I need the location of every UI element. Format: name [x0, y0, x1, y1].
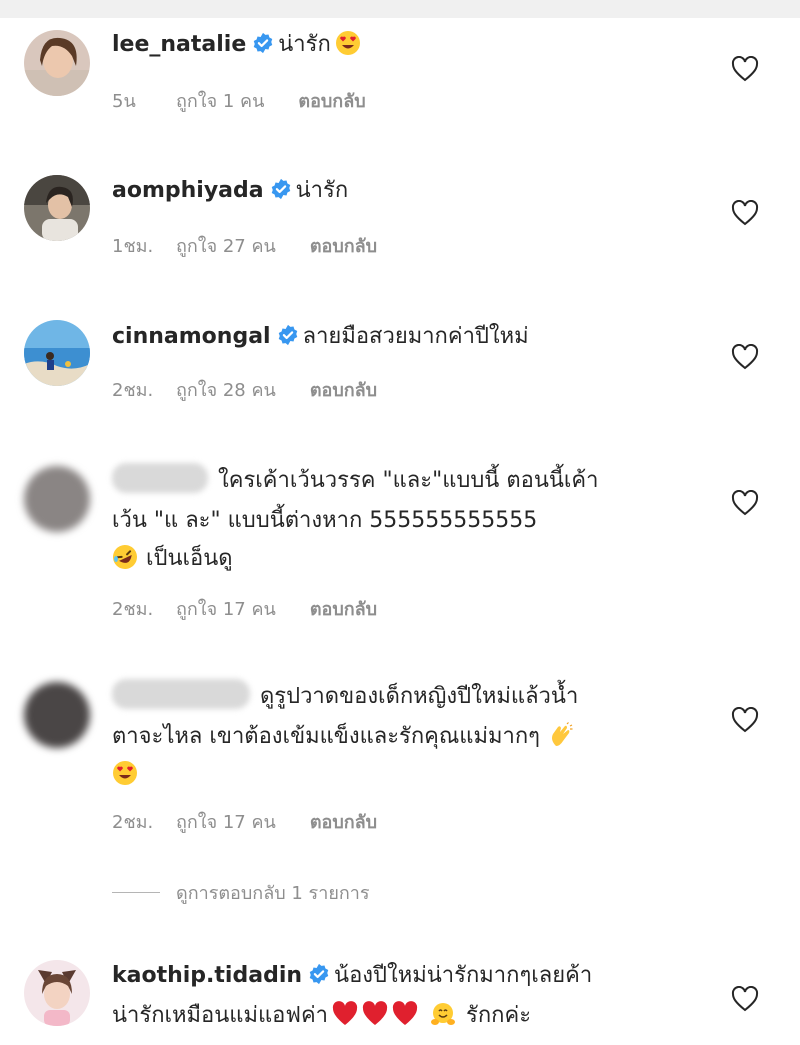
comment-text-line3: เป็นเอ็นดู — [146, 546, 233, 571]
like-heart-icon[interactable] — [731, 986, 759, 1012]
comment-text-line2: เว้น "แ ละ" แบบนี้ต่างหาก 555555555555 — [112, 508, 538, 533]
comment-time: 2ชม. — [112, 599, 154, 620]
red-heart-emoji-icon — [392, 1001, 418, 1025]
likes-count[interactable]: ถูกใจ 1 คน — [176, 86, 264, 115]
likes-count[interactable]: ถูกใจ 28 คน — [176, 375, 276, 404]
heart-eyes-emoji-icon — [113, 761, 137, 785]
likes-count[interactable]: ถูกใจ 17 คน — [176, 807, 276, 836]
likes-count[interactable]: ถูกใจ 17 คน — [176, 594, 276, 623]
like-heart-icon[interactable] — [731, 344, 759, 370]
reply-button[interactable]: ตอบกลับ — [310, 375, 377, 404]
avatar[interactable] — [24, 30, 90, 96]
avatar[interactable] — [24, 175, 90, 241]
comment-text: น่ารัก — [295, 178, 349, 203]
username[interactable]: aomphiyada — [112, 178, 264, 203]
comment-time: 2ชม. — [112, 380, 154, 401]
avatar[interactable] — [24, 320, 90, 386]
like-heart-icon[interactable] — [731, 490, 759, 516]
username[interactable]: kaothip.tidadin — [112, 963, 302, 988]
verified-badge-icon — [309, 963, 329, 985]
likes-count[interactable]: ถูกใจ 27 คน — [176, 231, 276, 260]
comment-time: 1ชม. — [112, 236, 154, 257]
comment-text-line1: ดูรูปวาดของเด็กหญิงปีใหม่แล้วน้ำ — [260, 684, 579, 709]
red-heart-emoji-icon — [332, 1001, 358, 1025]
username[interactable]: lee_natalie — [112, 32, 246, 57]
verified-badge-icon — [254, 32, 273, 54]
rofl-emoji-icon — [113, 545, 137, 569]
reply-button[interactable]: ตอบกลับ — [310, 231, 377, 260]
heart-eyes-emoji-icon — [335, 31, 360, 55]
avatar[interactable] — [24, 960, 90, 1026]
clapping-hands-emoji-icon — [551, 722, 573, 746]
reply-button[interactable]: ตอบกลับ — [298, 86, 365, 115]
username-blurred[interactable] — [112, 679, 250, 709]
comment-text-line2: ตาจะไหล เขาต้องเข้มแข็งและรักคุณแม่มากๆ — [112, 724, 540, 749]
status-bar-strip — [0, 0, 800, 18]
replies-divider — [112, 892, 160, 893]
verified-badge-icon — [271, 178, 290, 200]
like-heart-icon[interactable] — [731, 200, 759, 226]
hugging-face-emoji-icon — [431, 1003, 456, 1025]
comment-text-line1: น้องปีใหม่น่ารักมากๆเลยค้า — [334, 963, 593, 988]
verified-badge-icon — [278, 324, 297, 346]
reply-button[interactable]: ตอบกลับ — [310, 594, 377, 623]
username-blurred[interactable] — [112, 463, 208, 493]
comment-text-line2: น่ารักเหมือนแม่แอฟค่า — [112, 1003, 329, 1028]
comment-text: ลายมือสวยมากค่าปีใหม่ — [302, 324, 529, 349]
comment-text-line1: ใครเค้าเว้นวรรค "และ"แบบนี้ ตอนนี้เค้า — [218, 468, 599, 493]
comment-text: น่ารัก — [278, 32, 331, 57]
comment-time: 2ชม. — [112, 812, 154, 833]
reply-button[interactable]: ตอบกลับ — [310, 807, 377, 836]
red-heart-emoji-icon — [362, 1001, 388, 1025]
username[interactable]: cinnamongal — [112, 324, 271, 349]
comment-text-line2-end: รักกค่ะ — [466, 1003, 532, 1028]
like-heart-icon[interactable] — [731, 707, 759, 733]
view-replies-link[interactable]: ดูการตอบกลับ 1 รายการ — [112, 878, 370, 907]
avatar[interactable] — [24, 466, 90, 532]
view-replies-label: ดูการตอบกลับ 1 รายการ — [176, 883, 370, 904]
like-heart-icon[interactable] — [731, 56, 759, 82]
avatar[interactable] — [24, 682, 90, 748]
comment-time: 5น — [112, 91, 136, 112]
